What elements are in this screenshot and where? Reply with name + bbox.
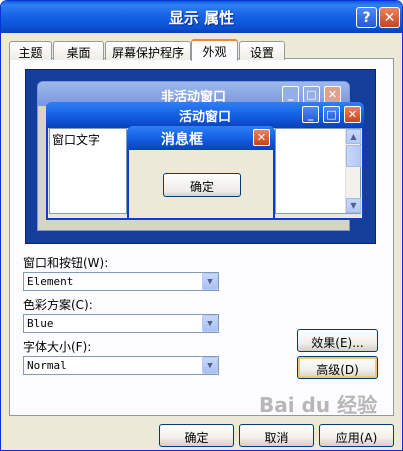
baidu-watermark: Bai du 经验 xyxy=(259,393,378,417)
help-button[interactable]: ? xyxy=(356,7,377,28)
color-scheme-select[interactable]: Blue ▼ xyxy=(23,314,219,333)
scroll-up-icon: ▲ xyxy=(346,129,361,144)
preview-message-box: 消息框 ✕ 确定 xyxy=(127,126,275,220)
message-box-ok-button: 确定 xyxy=(163,173,241,197)
close-icon: ✕ xyxy=(383,9,396,26)
ok-button[interactable]: 确定 xyxy=(159,424,234,447)
maximize-icon: □ xyxy=(303,86,320,103)
tab-settings[interactable]: 设置 xyxy=(239,41,285,60)
help-icon: ? xyxy=(362,9,371,26)
cancel-button[interactable]: 取消 xyxy=(239,424,314,447)
font-size-value: Normal xyxy=(27,359,67,372)
windows-buttons-value: Element xyxy=(27,275,74,288)
close-icon: ✕ xyxy=(253,129,270,146)
close-button[interactable]: ✕ xyxy=(379,7,400,28)
font-size-select[interactable]: Normal ▼ xyxy=(23,356,219,375)
effects-button[interactable]: 效果(E)... xyxy=(297,329,378,352)
close-icon: ✕ xyxy=(324,86,341,103)
preview-list: ▲ ▼ xyxy=(275,128,361,214)
appearance-preview: 非活动窗口 _ □ ✕ 活动窗口 _ □ ✕ 窗口文字 ▲ ▼ 消息框 ✕ 确定 xyxy=(25,69,376,244)
scroll-thumb xyxy=(346,145,361,167)
tab-screensaver[interactable]: 屏幕保护程序 xyxy=(105,41,191,60)
title-bar[interactable]: 显示 属性 ? ✕ xyxy=(1,1,402,33)
tab-themes[interactable]: 主题 xyxy=(9,41,52,60)
apply-button[interactable]: 应用(A) xyxy=(319,424,394,447)
chevron-down-icon[interactable]: ▼ xyxy=(202,357,218,374)
minimize-icon: _ xyxy=(282,86,299,103)
display-properties-window: 显示 属性 ? ✕ 主题 桌面 屏幕保护程序 外观 设置 非活动窗口 _ □ ✕… xyxy=(0,0,403,451)
window-text-sample: 窗口文字 xyxy=(49,128,127,214)
window-title: 显示 属性 xyxy=(168,9,235,27)
tab-desktop[interactable]: 桌面 xyxy=(53,41,104,60)
scroll-down-icon: ▼ xyxy=(346,198,361,213)
close-icon: ✕ xyxy=(344,106,361,123)
chevron-down-icon[interactable]: ▼ xyxy=(202,273,218,290)
preview-scrollbar: ▲ ▼ xyxy=(345,129,361,213)
chevron-down-icon[interactable]: ▼ xyxy=(202,315,218,332)
windows-buttons-label: 窗口和按钮(W): xyxy=(23,256,109,270)
advanced-button[interactable]: 高级(D) xyxy=(297,356,378,379)
maximize-icon: □ xyxy=(323,106,340,123)
font-size-label: 字体大小(F): xyxy=(23,340,92,354)
color-scheme-value: Blue xyxy=(27,317,54,330)
color-scheme-label: 色彩方案(C): xyxy=(23,298,93,312)
windows-buttons-select[interactable]: Element ▼ xyxy=(23,272,219,291)
minimize-icon: _ xyxy=(302,106,319,123)
tab-appearance[interactable]: 外观 xyxy=(191,39,238,61)
